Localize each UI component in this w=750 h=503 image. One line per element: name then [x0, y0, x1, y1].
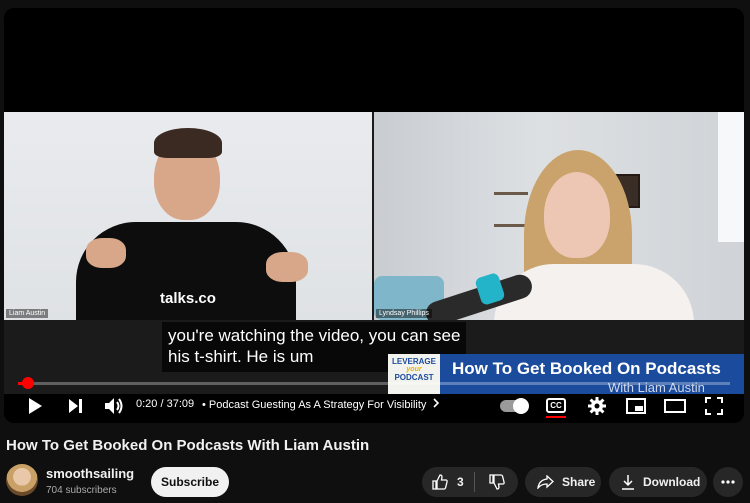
channel-name[interactable]: smoothsailing [46, 466, 134, 481]
channel-avatar[interactable] [6, 464, 38, 496]
badge-text: PODCAST [394, 373, 434, 382]
theater-button[interactable] [660, 392, 690, 420]
next-button[interactable] [62, 392, 88, 420]
shirt-logo: talks.co [160, 290, 216, 307]
right-speaker-pane: Lyndsay Phillips [374, 112, 744, 320]
volume-icon [105, 398, 123, 414]
share-label: Share [562, 475, 596, 489]
bullet-dot: • [202, 399, 209, 411]
like-button[interactable]: 3 [422, 467, 474, 497]
download-label: Download [643, 475, 701, 489]
share-icon [537, 475, 554, 489]
more-actions-button[interactable] [713, 467, 743, 497]
background-window [718, 112, 744, 242]
fullscreen-button[interactable] [700, 392, 728, 420]
miniplayer-icon [626, 398, 646, 414]
volume-button[interactable] [100, 392, 128, 420]
theater-icon [664, 399, 686, 413]
share-button[interactable]: Share [525, 467, 601, 497]
lower-third-title: How To Get Booked On Podcasts [452, 359, 721, 378]
more-icon [721, 480, 735, 484]
download-icon [622, 475, 634, 490]
current-time: 0:20 [136, 398, 158, 410]
chevron-right-icon [433, 398, 440, 408]
like-dislike-group: 3 [422, 467, 518, 497]
autoplay-toggle[interactable] [500, 398, 529, 414]
subscribe-button[interactable]: Subscribe [151, 467, 229, 497]
right-name-tag: Lyndsay Phillips [376, 309, 432, 318]
play-button[interactable] [22, 392, 48, 420]
subscriber-count: 704 subscribers [46, 485, 117, 496]
right-hand [266, 252, 308, 282]
total-time: 37:09 [166, 398, 195, 410]
dislike-button[interactable] [475, 467, 518, 497]
left-speaker-pane: talks.co Liam Austin [4, 112, 372, 320]
dislike-icon [488, 474, 505, 490]
like-count: 3 [457, 475, 464, 489]
like-icon [432, 474, 448, 490]
cc-icon[interactable]: CC [546, 398, 566, 413]
play-icon [29, 398, 42, 414]
player-controls: 0:20 / 37:09 • Podcast Guesting As A Str… [4, 392, 744, 420]
left-name-tag: Liam Austin [6, 309, 49, 318]
left-hand [86, 238, 126, 268]
time-separator: / [160, 398, 164, 410]
download-button[interactable]: Download [609, 467, 707, 497]
caption-line: you're watching the video, you can see [168, 326, 461, 345]
chapter-title: Podcast Guesting As A Strategy For Visib… [208, 399, 427, 411]
fullscreen-icon [705, 397, 723, 415]
autoplay-knob [513, 398, 529, 414]
video-title: How To Get Booked On Podcasts With Liam … [6, 437, 370, 454]
chapter-button[interactable]: • Podcast Guesting As A Strategy For Vis… [202, 398, 440, 411]
miniplayer-button[interactable] [622, 392, 650, 420]
time-display: 0:20 / 37:09 [136, 398, 194, 410]
next-icon [69, 399, 82, 413]
speaker-head [544, 172, 610, 258]
progress-bar[interactable] [18, 382, 730, 385]
settings-button[interactable] [584, 392, 610, 420]
badge-text: your [406, 366, 422, 373]
video-player[interactable]: talks.co Liam Austin Lyndsay Phillips yo… [4, 8, 744, 423]
settings-gear-icon [588, 397, 606, 415]
lower-third-banner: LEVERAGE your PODCAST How To Get Booked … [388, 354, 744, 395]
badge-text: LEVERAGE [391, 357, 436, 366]
wall-shelf [494, 192, 528, 195]
video-frame[interactable]: talks.co Liam Austin Lyndsay Phillips yo… [4, 112, 744, 395]
cc-active-indicator [546, 416, 566, 418]
podcast-badge: LEVERAGE your PODCAST [388, 354, 440, 394]
wall-shelf [494, 224, 528, 227]
speaker-hair [154, 128, 222, 158]
